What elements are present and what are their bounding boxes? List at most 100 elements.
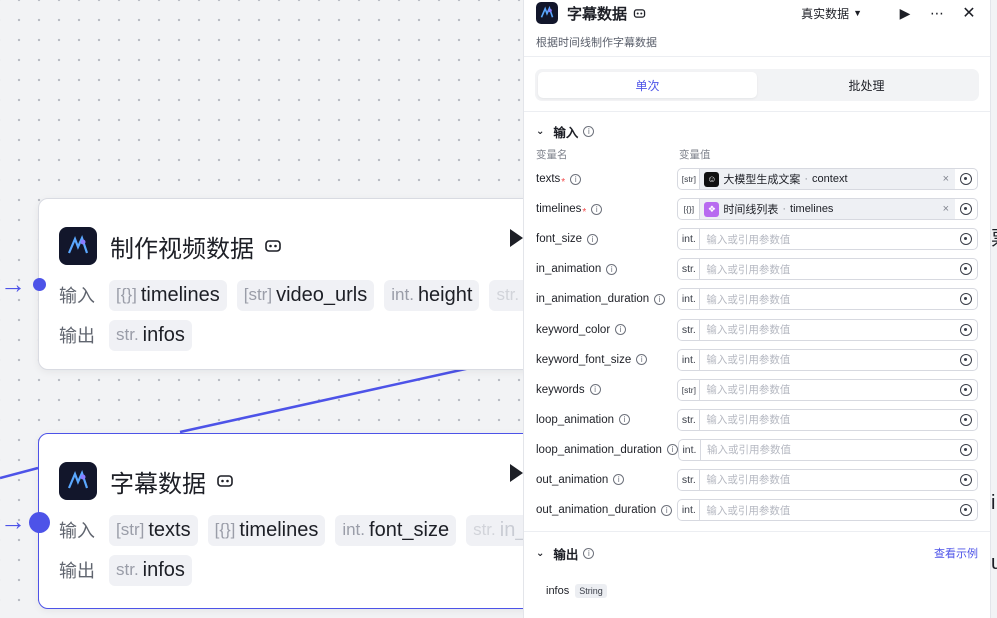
type-tag: int. <box>678 289 701 310</box>
info-icon: i <box>636 354 648 366</box>
param-name: timelines * i <box>536 201 677 218</box>
param-input-placeholder[interactable]: 输入或引用参数值 <box>700 412 955 427</box>
type-tag: int. <box>678 349 701 370</box>
run-node-icon[interactable] <box>510 229 523 247</box>
output-chip: str. infos <box>109 554 192 586</box>
plugin-icon <box>265 240 281 252</box>
param-value-field[interactable]: int. 输入或引用参数值 <box>677 288 978 311</box>
param-value-field[interactable]: int. 输入或引用参数值 <box>677 499 978 522</box>
input-chip: [str] texts <box>109 514 198 546</box>
type-tag: str. <box>678 409 701 430</box>
param-name: keywords i <box>536 384 677 396</box>
param-row-font-size: font_size i int. 输入或引用参数值 <box>524 224 990 254</box>
view-example-link[interactable]: 查看示例 <box>934 545 978 561</box>
param-name: out_animation_duration i <box>536 504 677 516</box>
param-input-placeholder[interactable]: 输入或引用参数值 <box>700 503 955 518</box>
variable-picker-icon[interactable] <box>955 293 977 306</box>
output-chip: str. infos <box>109 319 192 351</box>
clear-reference-icon[interactable]: × <box>943 173 949 185</box>
variable-picker-icon[interactable] <box>955 413 977 426</box>
param-value-field[interactable]: int. 输入或引用参数值 <box>677 348 978 371</box>
param-input-placeholder[interactable]: 输入或引用参数值 <box>700 262 955 277</box>
clear-reference-icon[interactable]: × <box>943 203 949 215</box>
panel-title: 字幕数据 <box>567 5 628 23</box>
param-list: texts * i [str] ☺ 大模型生成文案 · context × timelines * i… <box>524 164 990 525</box>
info-icon: i <box>613 474 625 486</box>
param-value-field[interactable]: [str] ☺ 大模型生成文案 · context × <box>677 168 978 191</box>
param-value-field[interactable]: str. 输入或引用参数值 <box>677 468 978 491</box>
param-input-placeholder[interactable]: 输入或引用参数值 <box>700 382 955 397</box>
reference-chip[interactable]: ☺ 大模型生成文案 · context × <box>700 169 955 190</box>
param-name: keyword_font_size i <box>536 354 677 366</box>
run-node-icon[interactable] <box>510 464 523 482</box>
outputs-label: 输出 <box>59 326 95 346</box>
param-value-field[interactable]: [str] 输入或引用参数值 <box>677 378 978 401</box>
plugin-node-icon: ❖ <box>704 201 720 217</box>
info-icon: i <box>606 263 618 275</box>
tab-single[interactable]: 单次 <box>538 72 757 98</box>
variable-picker-icon[interactable] <box>955 233 977 246</box>
variable-picker-icon[interactable] <box>955 353 977 366</box>
param-value-field[interactable]: str. 输入或引用参数值 <box>677 318 978 341</box>
output-section-header[interactable]: ⌄ 输出 i 查看示例 <box>524 538 990 568</box>
reference-chip[interactable]: ❖ 时间线列表 · timelines × <box>700 199 955 220</box>
type-tag: [str] <box>678 379 701 400</box>
variable-picker-icon[interactable] <box>955 173 977 186</box>
param-row-loop-animation: loop_animation i str. 输入或引用参数值 <box>524 405 990 435</box>
param-value-field[interactable]: int. 输入或引用参数值 <box>677 438 978 461</box>
param-input-placeholder[interactable]: 输入或引用参数值 <box>700 292 955 307</box>
param-value-field[interactable]: str. 输入或引用参数值 <box>677 258 978 281</box>
variable-picker-icon[interactable] <box>955 443 977 456</box>
param-value-field[interactable]: int. 输入或引用参数值 <box>677 228 978 251</box>
node-input-port[interactable] <box>29 512 50 533</box>
variable-picker-icon[interactable] <box>955 504 977 517</box>
workflow-node-subtitle-data[interactable]: 字幕数据 输入 [str] texts [{}] timelines int. fon… <box>38 433 598 609</box>
param-name: keyword_color i <box>536 324 677 336</box>
param-input-placeholder[interactable]: 输入或引用参数值 <box>700 322 955 337</box>
input-section-header[interactable]: ⌄ 输入 i <box>524 118 990 144</box>
data-mode-dropdown[interactable]: 真实数据 ▼ <box>801 5 862 22</box>
param-input-placeholder[interactable]: 输入或引用参数值 <box>700 232 955 247</box>
param-column-headers: 变量名 变量值 <box>536 148 711 161</box>
close-icon[interactable]: ✕ <box>960 3 978 23</box>
outputs-label: 输出 <box>59 561 95 581</box>
info-icon: i <box>583 125 595 137</box>
node-config-panel: 字幕数据 真实数据 ▼ ▶ ⋯ ✕ 根据时间线制作字幕数据 单次 批处理 ⌄ 输入… <box>523 0 991 618</box>
more-icon[interactable]: ⋯ <box>928 5 946 22</box>
info-icon: i <box>615 324 627 336</box>
param-row-keyword-color: keyword_color i str. 输入或引用参数值 <box>524 314 990 344</box>
plugin-icon <box>217 475 233 487</box>
param-name: texts * i <box>536 171 677 188</box>
edge-line <box>179 366 471 434</box>
variable-picker-icon[interactable] <box>955 263 977 276</box>
param-value-field[interactable]: str. 输入或引用参数值 <box>677 408 978 431</box>
param-row-keywords: keywords i [str] 输入或引用参数值 <box>524 375 990 405</box>
param-input-placeholder[interactable]: 输入或引用参数值 <box>700 472 955 487</box>
info-icon: i <box>589 384 601 396</box>
param-input-placeholder[interactable]: 输入或引用参数值 <box>700 352 955 367</box>
chevron-down-icon: ⌄ <box>536 125 545 137</box>
param-name: font_size i <box>536 233 677 245</box>
variable-picker-icon[interactable] <box>955 203 977 216</box>
type-tag: str. <box>678 259 701 280</box>
inputs-label: 输入 <box>59 286 95 306</box>
type-tag: int. <box>678 500 701 521</box>
type-tag: str. <box>678 469 701 490</box>
param-name: in_animation_duration i <box>536 293 677 305</box>
required-mark: * <box>582 206 587 218</box>
node-input-port[interactable] <box>33 278 46 291</box>
param-name: loop_animation i <box>536 414 677 426</box>
workflow-node-video-data[interactable]: 制作视频数据 输入 [{}] timelines [str] video_urls … <box>38 198 598 370</box>
tab-batch[interactable]: 批处理 <box>757 72 976 98</box>
param-row-out-animation-duration: out_animation_duration i int. 输入或引用参数值 <box>524 495 990 525</box>
param-input-placeholder[interactable]: 输入或引用参数值 <box>701 442 955 457</box>
variable-picker-icon[interactable] <box>955 383 977 396</box>
info-icon: i <box>666 444 678 456</box>
info-icon: i <box>619 414 631 426</box>
variable-picker-icon[interactable] <box>955 323 977 336</box>
run-icon[interactable]: ▶ <box>896 5 914 22</box>
variable-picker-icon[interactable] <box>955 473 977 486</box>
param-row-keyword-font-size: keyword_font_size i int. 输入或引用参数值 <box>524 345 990 375</box>
param-value-field[interactable]: [{}] ❖ 时间线列表 · timelines × <box>677 198 978 221</box>
input-chip: int. font_size <box>335 514 457 546</box>
